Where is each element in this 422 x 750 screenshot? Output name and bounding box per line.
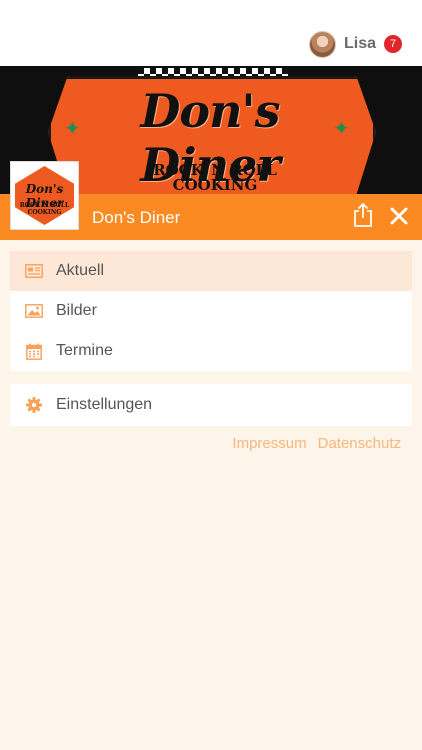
user-avatar[interactable] (308, 30, 336, 58)
datenschutz-link[interactable]: Datenschutz (318, 435, 401, 452)
gear-icon (24, 395, 44, 415)
menu-item-aktuell[interactable]: Aktuell (10, 251, 412, 291)
menu-label-aktuell: Aktuell (56, 262, 105, 279)
footer-links: Impressum Datenschutz (232, 435, 401, 452)
page-title: Don's Diner (92, 208, 181, 227)
settings-menu: Einstellungen (10, 384, 412, 426)
share-icon (354, 202, 372, 227)
sign-subtitle: ROCK`N ROLL COOKING (80, 163, 350, 193)
share-button[interactable] (352, 202, 374, 228)
sign-subtitle-line-2: COOKING (172, 176, 258, 194)
newspaper-icon (24, 261, 44, 281)
top-bar: Lisa 7 (0, 0, 422, 66)
image-icon (24, 301, 44, 321)
menu-label-termine: Termine (56, 342, 113, 359)
main-menu: Aktuell Bilder Termine (10, 251, 412, 371)
menu-item-bilder[interactable]: Bilder (10, 291, 412, 331)
menu-item-termine[interactable]: Termine (10, 331, 412, 371)
close-button[interactable] (389, 206, 409, 226)
menu-label-einstellungen: Einstellungen (56, 396, 153, 413)
notification-badge[interactable]: 7 (384, 35, 402, 53)
menu-item-einstellungen[interactable]: Einstellungen (10, 384, 412, 426)
logo-subtitle: ROCK`N ROLL COOKING (19, 202, 70, 216)
impressum-link[interactable]: Impressum (232, 435, 306, 452)
menu-label-bilder: Bilder (56, 302, 97, 319)
user-name[interactable]: Lisa (344, 35, 376, 53)
user-profile[interactable]: Lisa 7 (308, 30, 402, 58)
business-logo: Don's Diner ROCK`N ROLL COOKING (10, 161, 79, 230)
calendar-icon (24, 341, 44, 361)
close-icon (390, 207, 408, 225)
